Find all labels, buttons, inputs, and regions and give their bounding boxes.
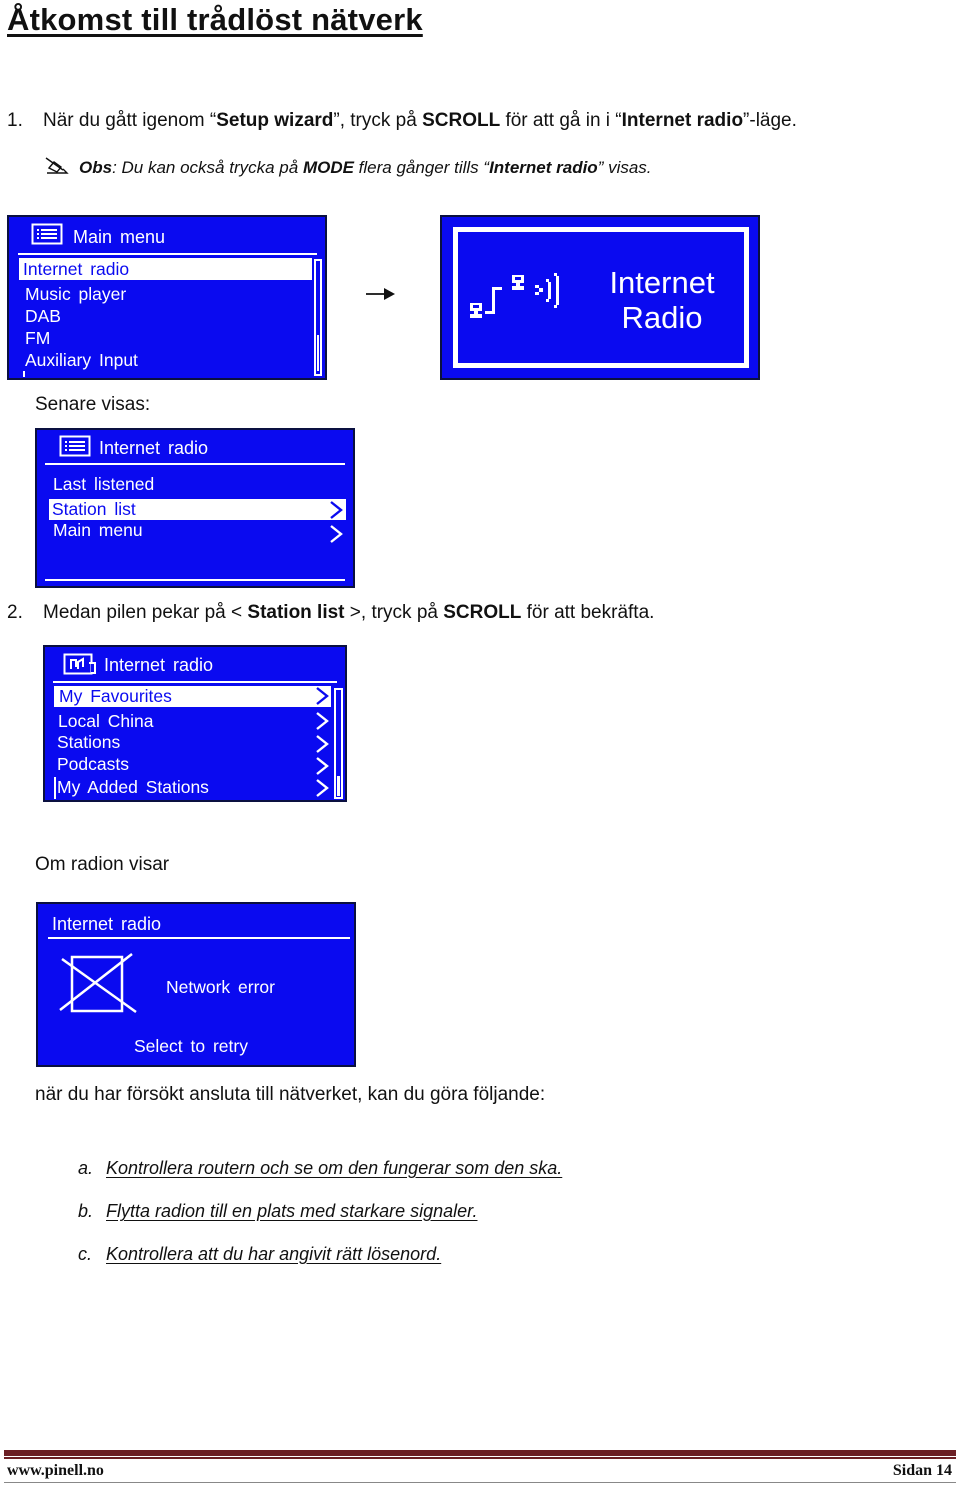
menu-item-fm[interactable]: FM <box>25 328 50 349</box>
splash-text: Internet Radio <box>609 265 715 335</box>
footer-accent-line <box>4 1457 956 1459</box>
screen-network-error: Internet radio Network error Select to r… <box>36 902 356 1067</box>
menu-item-last-listened[interactable]: Last listened <box>53 474 154 495</box>
after-text: när du har försökt ansluta till nätverke… <box>35 1084 546 1105</box>
internet-radio-term: Internet radio <box>621 110 744 131</box>
menu-item-stations[interactable]: Stations <box>57 732 120 753</box>
header-divider <box>45 463 345 465</box>
error-message: Network error <box>166 977 275 997</box>
scroll-key: SCROLL <box>443 602 522 623</box>
screen-main-menu: Main menu Internet radio Music player DA… <box>7 215 327 380</box>
menu-list-icon <box>59 435 91 457</box>
menu-item-station-list[interactable]: Station list <box>49 499 346 520</box>
menu-item-internet-radio[interactable]: Internet radio <box>19 258 312 280</box>
menu-list-icon <box>31 223 63 245</box>
troubleshoot-item: b. Flytta radion till en plats med starka… <box>78 1201 478 1222</box>
scrollbar-thumb[interactable] <box>337 776 340 796</box>
note: Obs: Du kan också trycka på MODE flera g… <box>43 156 652 178</box>
item-text: Kontrollera att du har angivit rätt löse… <box>106 1244 442 1264</box>
menu-item-my-added-stations[interactable]: My Added Stations <box>57 777 209 798</box>
chevron-right-icon <box>330 501 343 519</box>
screen-header: Main menu <box>73 227 166 247</box>
menu-item-my-favourites[interactable]: My Favourites <box>54 686 331 707</box>
header-divider <box>53 681 337 683</box>
music-note-icon <box>63 653 96 675</box>
header-divider <box>48 937 350 939</box>
chevron-right-icon <box>330 525 343 543</box>
scrollbar-thumb[interactable] <box>317 335 319 371</box>
chevron-right-icon <box>316 735 329 753</box>
chevron-right-icon <box>316 779 329 797</box>
menu-item-music-player[interactable]: Music player <box>25 284 126 305</box>
mode-key: MODE <box>302 158 354 177</box>
scrollbar[interactable] <box>334 688 343 799</box>
chevron-right-icon <box>316 712 329 730</box>
item-label: c. <box>78 1244 93 1264</box>
screen-header: Internet radio <box>99 438 209 458</box>
footer-website-link[interactable]: www.pinell.no <box>7 1462 104 1480</box>
item-text: Kontrollera routern och se om den funger… <box>106 1158 563 1178</box>
setup-wizard-term: Setup wizard <box>216 110 334 131</box>
screen-internet-radio-splash: Internet Radio <box>440 215 760 380</box>
screen-header: Internet radio <box>104 655 214 675</box>
footer-divider <box>45 579 345 581</box>
step-2: 2. Medan pilen pekar på < Station list >,… <box>7 602 655 623</box>
menu-item-podcasts[interactable]: Podcasts <box>57 754 129 775</box>
footer-page-number: Sidan 14 <box>892 1462 952 1479</box>
left-edge-mark <box>23 371 25 377</box>
menu-item-auxiliary-input[interactable]: Auxiliary Input <box>25 350 138 371</box>
pencil-note-icon <box>45 157 69 174</box>
menu-item-local-china[interactable]: Local China <box>58 711 153 732</box>
screen-header: Internet radio <box>52 914 162 934</box>
step-1: 1. När du gått igenom “Setup wizard”, try… <box>7 110 797 131</box>
screen-station-list: Internet radio My Favourites Local China… <box>43 645 347 802</box>
if-radio-shows-label: Om radion visar <box>35 854 170 875</box>
retry-action[interactable]: Select to retry <box>134 1036 248 1057</box>
station-list-term: Station list <box>247 602 345 623</box>
menu-item-dab[interactable]: DAB <box>25 306 61 327</box>
left-edge-mark <box>54 777 56 799</box>
footer-bottom-rule <box>4 1482 956 1483</box>
item-label: b. <box>78 1201 94 1221</box>
troubleshoot-item: a. Kontrollera routern och se om den fung… <box>78 1158 562 1179</box>
menu-item-main-menu[interactable]: Main menu <box>53 520 143 541</box>
header-divider <box>18 253 317 255</box>
footer-accent-bar <box>4 1450 956 1456</box>
scroll-key: SCROLL <box>422 110 501 131</box>
chevron-right-icon <box>316 687 329 705</box>
troubleshoot-item: c. Kontrollera att du har angivit rätt lö… <box>78 1244 441 1265</box>
crossed-box-icon <box>59 953 137 1014</box>
step-number: 2. <box>7 602 23 623</box>
chevron-right-icon <box>316 757 329 775</box>
page-title: Åtkomst till trådlöst nätverk <box>7 2 423 37</box>
note-label: Obs <box>79 158 113 177</box>
item-label: a. <box>78 1158 94 1178</box>
step-number: 1. <box>7 110 23 131</box>
screen-internet-radio-menu: Internet radio Last listened Station lis… <box>35 428 355 588</box>
network-radio-icon <box>470 273 559 318</box>
later-label: Senare visas: <box>35 394 151 415</box>
arrow-right-icon <box>366 288 395 300</box>
scrollbar[interactable] <box>314 259 322 376</box>
item-text: Flytta radion till en plats med starkare… <box>106 1201 478 1221</box>
